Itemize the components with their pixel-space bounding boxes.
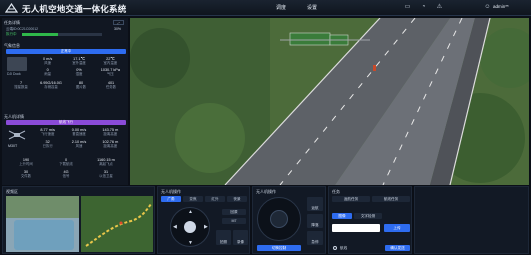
username[interactable]: admin** xyxy=(493,4,509,9)
panel2-title: 无人机操作 xyxy=(161,189,181,194)
tab-wide[interactable]: 广角 xyxy=(161,196,181,202)
height-label: 距离高度 xyxy=(103,132,118,137)
arrow-up-icon[interactable]: ▲ xyxy=(188,209,193,215)
vertical-speed-label: 垂直速度 xyxy=(72,132,86,137)
weather-row-1: 0 m/s 风速 17.1℃ 室外温度 22℃ 室内温度 xyxy=(32,57,126,66)
wind-label: 风速 xyxy=(44,61,52,66)
main-video-feed[interactable] xyxy=(130,18,529,185)
gimbal-joystick[interactable]: ▲ ▼ ◀ ▶ xyxy=(170,207,210,247)
rise-time-label: 上升时间 xyxy=(19,162,33,167)
tab-image[interactable]: 图像 xyxy=(332,213,352,219)
task-input[interactable] xyxy=(332,224,380,232)
arrow-down-icon[interactable]: ▼ xyxy=(188,240,193,246)
app-title: 无人机空地交通一体化系统 xyxy=(22,4,127,14)
upload-button[interactable]: 上传 xyxy=(384,224,410,232)
panel-task: 任务 返航任务 航线任务 图像 文字检测 上传 航线 确认发送 xyxy=(328,186,412,254)
signal-label: 信号 xyxy=(62,174,70,179)
top-bar: 无人机空地交通一体化系统 调度 设置 ▭ ◔ ⚠ ☺ admin** xyxy=(0,0,531,16)
drone-row-4: 30 文件数 4G 信号 31 以信卫星 xyxy=(6,170,126,179)
emergency-stop-button[interactable]: 急停 xyxy=(307,231,323,245)
aerial-highway-image xyxy=(130,18,529,185)
arrow-left-icon[interactable]: ◀ xyxy=(173,224,177,230)
pressure-label: 气压 xyxy=(106,72,114,77)
progress-track xyxy=(22,33,102,36)
photo-button[interactable]: 拍照 xyxy=(216,230,231,245)
tasks-label: 任务数 xyxy=(105,85,117,90)
arrow-right-icon[interactable]: ▶ xyxy=(204,224,208,230)
panel-empty xyxy=(414,186,529,254)
drone-model: M30T xyxy=(8,144,18,148)
record-button[interactable]: 录像 xyxy=(233,230,248,245)
images-label: 图片数 xyxy=(75,85,87,90)
panel1-title: 视频区 xyxy=(6,189,18,194)
dock-label: DJI Dock xyxy=(7,72,21,76)
tab-text-detect[interactable]: 文字检测 xyxy=(354,213,382,219)
flight-joystick[interactable] xyxy=(257,197,301,241)
outdoor-temp-label: 室外温度 xyxy=(72,61,86,66)
tab-infrared[interactable]: 红外 xyxy=(205,196,225,202)
panel3-title: 无人机操作 xyxy=(256,189,276,194)
route-radio[interactable] xyxy=(333,246,337,250)
reset-button[interactable]: 回原 xyxy=(222,209,246,215)
alert-icon[interactable]: ⚠ xyxy=(436,4,443,11)
storage-label: 存储容量 xyxy=(44,85,58,90)
nav-dispatch[interactable]: 调度 xyxy=(276,4,286,11)
ground-camera-image[interactable] xyxy=(6,196,79,252)
weather-status-bar: 正常中 xyxy=(6,49,126,54)
weather-row-2: 0 雨量 0% 湿度 1030.7 kPa 气压 xyxy=(32,68,126,77)
m7-button[interactable]: M7 xyxy=(222,218,246,224)
humidity-label: 湿度 xyxy=(75,72,83,77)
fullscreen-icon[interactable]: ▭ xyxy=(404,4,411,11)
user-avatar-icon[interactable]: ☺ xyxy=(484,4,491,11)
route-radio-label: 航线 xyxy=(340,246,348,250)
logo-icon xyxy=(5,3,18,13)
tab-zoom[interactable]: 变焦 xyxy=(183,196,203,202)
task-heading: 任务详情 xyxy=(4,20,20,25)
altitude-label: 距离高度 xyxy=(103,144,118,149)
tab-route-task[interactable]: 航线任务 xyxy=(372,196,410,202)
drone-status-bar: 航线飞行 xyxy=(6,120,126,125)
rain-label: 雨量 xyxy=(44,72,52,77)
panel-flight-control: 无人机操作 切换控制 返航 降落 急停 xyxy=(252,186,326,254)
flight-speed-label: 飞行速度 xyxy=(40,132,55,137)
panel4-title: 任务 xyxy=(332,189,340,194)
device-percent: 30% xyxy=(114,27,122,31)
files-label: 文件数 xyxy=(20,174,32,179)
satellites-label: 搜星数量 xyxy=(14,85,28,90)
progress-label: 执行中 xyxy=(6,32,17,36)
distance-home-label: 离起飞点 xyxy=(99,162,113,167)
weather-row-3: 7 搜星数量 6.95G/16.0G 存储容量 80 图片数 401 任务数 xyxy=(6,81,126,90)
satellite-lock-label: 以信卫星 xyxy=(99,174,113,179)
progress-fill xyxy=(22,33,58,36)
indoor-temp-label: 室内温度 xyxy=(103,61,118,66)
left-info-panel: 任务详情 云端ID:0C21C00012 30% ⤢ 执行中 气象信息 正常中 … xyxy=(2,18,128,185)
panel-video-area: 视频区 xyxy=(2,186,155,254)
confirm-send-button[interactable]: 确认发送 xyxy=(385,245,410,251)
drone-row-3: 190 上升时间 0 下载航线 1160.15 m 离起飞点 xyxy=(6,158,126,167)
return-home-button[interactable]: 返航 xyxy=(307,197,323,211)
executed-label: 已执行 xyxy=(42,144,53,149)
switch-control-button[interactable]: 切换控制 xyxy=(257,245,301,251)
dock-image xyxy=(7,57,27,71)
expand-icon[interactable]: ⤢ xyxy=(113,20,124,25)
drone-row-1: 8.77 m/s 飞行速度 0.00 m/s 垂直速度 143.75 m 距离高度 xyxy=(32,128,126,137)
drone-wind-label: 风速 xyxy=(75,144,83,149)
drone-icon xyxy=(7,128,27,142)
map-view[interactable] xyxy=(81,196,153,252)
tab-return-task[interactable]: 返航任务 xyxy=(332,196,370,202)
notification-icon[interactable]: ◔ xyxy=(420,4,427,11)
nav-settings[interactable]: 设置 xyxy=(307,4,317,11)
download-label: 下载航线 xyxy=(59,162,73,167)
tab-night[interactable]: 夜景 xyxy=(227,196,247,202)
land-button[interactable]: 降落 xyxy=(307,214,323,228)
panel-gimbal-control: 无人机操作 广角 变焦 红外 夜景 ▲ ▼ ◀ ▶ 回原 M7 拍照 录像 xyxy=(157,186,250,254)
drone-row-2: 32 已执行 2.10 m/s 风速 102.76 m 距离高度 xyxy=(32,140,126,149)
